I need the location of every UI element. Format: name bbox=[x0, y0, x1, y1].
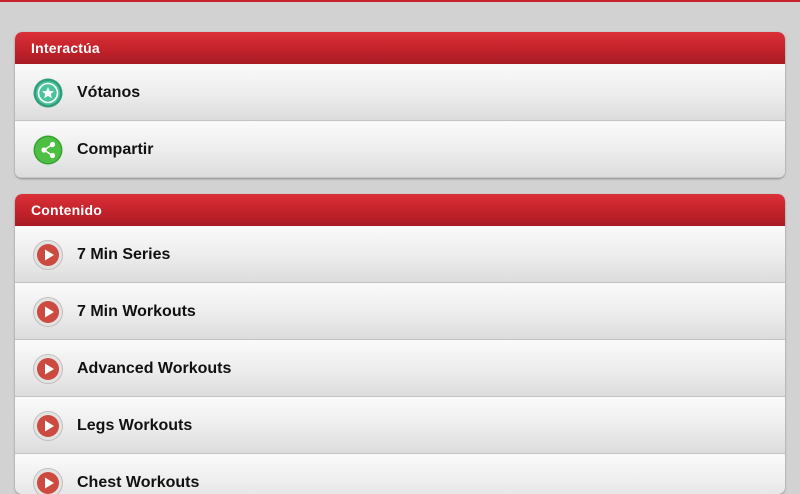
interact-card: Interactúa Vótanos Compartir bbox=[15, 32, 785, 178]
play-icon bbox=[33, 240, 63, 270]
interact-header: Interactúa bbox=[15, 32, 785, 64]
list-item-label: Chest Workouts bbox=[77, 455, 199, 494]
play-icon bbox=[33, 468, 63, 494]
content-card: Contenido 7 Min Series 7 Min Workouts bbox=[15, 194, 785, 494]
list-item-chest-workouts[interactable]: Chest Workouts bbox=[15, 454, 785, 494]
share-icon bbox=[33, 135, 63, 165]
list-item-label: Legs Workouts bbox=[77, 398, 192, 453]
play-icon bbox=[33, 411, 63, 441]
top-accent-line bbox=[0, 0, 800, 2]
star-badge-icon bbox=[33, 78, 63, 108]
list-item-label: 7 Min Workouts bbox=[77, 284, 196, 339]
list-item-legs-workouts[interactable]: Legs Workouts bbox=[15, 397, 785, 454]
list-item-label: 7 Min Series bbox=[77, 227, 170, 282]
vote-label: Vótanos bbox=[77, 65, 140, 120]
play-icon bbox=[33, 297, 63, 327]
content-header: Contenido bbox=[15, 194, 785, 226]
vote-row[interactable]: Vótanos bbox=[15, 64, 785, 121]
play-icon bbox=[33, 354, 63, 384]
share-label: Compartir bbox=[77, 122, 153, 177]
share-row[interactable]: Compartir bbox=[15, 121, 785, 178]
list-item-7-min-workouts[interactable]: 7 Min Workouts bbox=[15, 283, 785, 340]
list-item-advanced-workouts[interactable]: Advanced Workouts bbox=[15, 340, 785, 397]
list-item-label: Advanced Workouts bbox=[77, 341, 231, 396]
list-item-7-min-series[interactable]: 7 Min Series bbox=[15, 226, 785, 283]
